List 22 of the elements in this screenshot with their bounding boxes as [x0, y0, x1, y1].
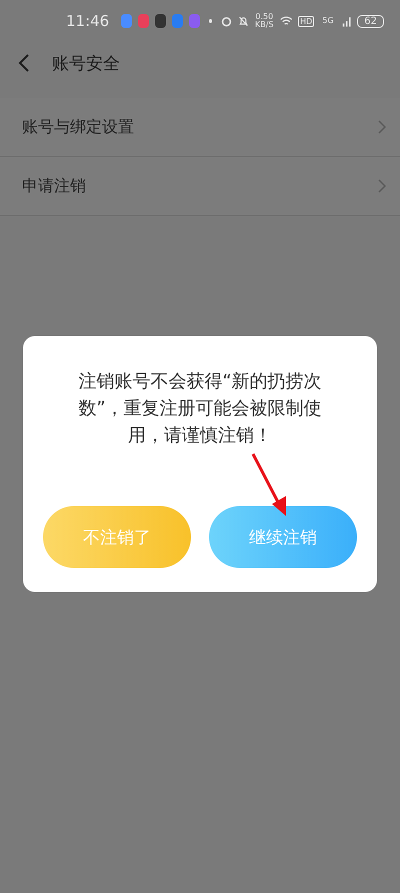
chevron-right-icon [378, 179, 386, 193]
network-speed: 0.50 KB/S [255, 13, 274, 29]
hd-indicator: HD [298, 16, 314, 26]
dot-icon [209, 19, 212, 23]
back-icon[interactable] [18, 53, 30, 73]
page-title: 账号安全 [52, 52, 120, 74]
app-notification-icon [155, 14, 166, 28]
app-notification-icon [172, 14, 184, 28]
mute-icon [238, 14, 250, 28]
wifi-icon [280, 14, 292, 28]
signal-icon [342, 14, 352, 28]
battery-indicator: 62 [357, 14, 384, 28]
app-notification-icon [121, 14, 132, 28]
menu-item-label: 申请注销 [22, 176, 86, 196]
dialog-message: 注销账号不会获得“新的扔捞次数”，重复注册可能会被限制使用，请谨慎注销！ [77, 370, 323, 448]
status-time: 11:46 [66, 12, 110, 30]
menu-item-label: 账号与绑定设置 [22, 116, 134, 138]
network-type: 5G [321, 17, 335, 25]
confirm-button[interactable]: 继续注销 [209, 506, 357, 568]
app-notification-icon [189, 14, 200, 28]
app-notification-icon [138, 14, 150, 28]
chevron-right-icon [378, 120, 386, 134]
